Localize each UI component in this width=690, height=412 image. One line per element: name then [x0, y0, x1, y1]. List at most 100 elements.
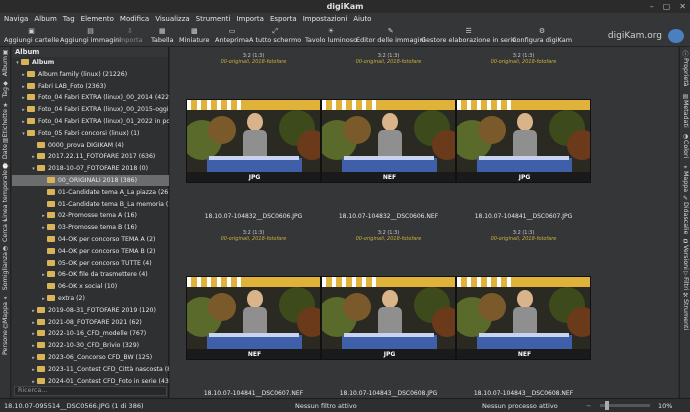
menu-album[interactable]: Album — [34, 13, 56, 25]
thumbnail-item[interactable]: 3:2 (1:3) 00-originali, 2018-fotofare NEF 1… — [186, 230, 321, 397]
right-tab-colors[interactable]: ◑ Colori — [680, 133, 690, 158]
image-editor-button[interactable]: ✎ Editor delle immagini — [356, 27, 425, 45]
menu-modifica[interactable]: Modifica — [120, 13, 149, 25]
left-tab-similarity[interactable]: ◐ Somiglianza — [0, 245, 11, 290]
album-tree-item[interactable]: ▾ 2018-10-07_FOTOFARE 2018 (0) — [12, 163, 169, 174]
thumbnail-frame[interactable]: NEF — [186, 276, 321, 360]
menu-importa[interactable]: Importa — [236, 13, 264, 25]
zoom-out-icon[interactable]: − — [586, 401, 591, 411]
chevron-right-icon[interactable]: ▸ — [30, 329, 37, 340]
chevron-right-icon[interactable]: ▸ — [30, 152, 37, 163]
album-tree-item[interactable]: ▸ Foto_04 Fabri EXTRA (linux)_00_2015-ogg… — [12, 104, 169, 115]
album-tree-item[interactable]: 04-OK per concorso TEMA A (2) — [12, 234, 169, 245]
menu-impostazioni[interactable]: Impostazioni — [303, 13, 348, 25]
right-tab-map[interactable]: ⌖ Mappa — [680, 164, 690, 192]
zoom-slider[interactable] — [600, 401, 650, 410]
album-tree-item[interactable]: ▾ Album — [12, 57, 169, 68]
chevron-right-icon[interactable]: ▸ — [40, 294, 47, 305]
chevron-right-icon[interactable]: ▸ — [30, 365, 37, 376]
left-tab-date[interactable]: ▤ Date — [0, 137, 11, 159]
thumbnail-frame[interactable]: NEF — [321, 99, 456, 183]
chevron-right-icon[interactable]: ▸ — [20, 105, 27, 116]
left-tab-timeline[interactable]: ⌚ Linea temporale — [0, 163, 11, 221]
thumbnail-frame[interactable]: JPG — [456, 99, 591, 183]
album-tree-item[interactable]: ▾ Foto_05 Fabri concorsi (linux) (1) — [12, 128, 169, 139]
thumbnail-item[interactable]: 3:2 (1:3) 00-originali, 2018-fotofare JPG 1… — [186, 53, 321, 220]
chevron-right-icon[interactable]: ▸ — [30, 306, 37, 317]
thumbnails-view-button[interactable]: ▩ Miniature — [179, 27, 210, 45]
album-tree-item[interactable]: 05-OK per concorso TUTTE (4) — [12, 258, 169, 269]
menu-visualizza[interactable]: Visualizza — [155, 13, 189, 25]
album-tree-item[interactable]: ▸ 2021-08_FOTOFARE 2021 (62) — [12, 317, 169, 328]
chevron-down-icon[interactable]: ▾ — [20, 129, 27, 140]
album-tree-item[interactable]: 01-Candidate tema B_La memoria (24) — [12, 199, 169, 210]
chevron-right-icon[interactable]: ▸ — [30, 318, 37, 329]
album-tree-item[interactable]: ▸ 2017.22.11_FOTOFARE 2017 (636) — [12, 151, 169, 162]
album-tree-item[interactable]: 01-Candidate tema A_La piazza (26) — [12, 187, 169, 198]
thumbnail-item[interactable]: 3:2 (1:3) 00-originali, 2018-fotofare JPG 1… — [321, 230, 456, 397]
album-tree-item[interactable]: ▸ 2019-08-31_FOTOFARE 2019 (120) — [12, 305, 169, 316]
album-tree-item[interactable]: ▸ Fabri LAB_Foto (2363) — [12, 81, 169, 92]
batch-manager-button[interactable]: ☰ Gestore elaborazione in serie — [421, 27, 516, 45]
album-tree-item[interactable]: ▸ 02-Promosse tema A (16) — [12, 210, 169, 221]
fullscreen-button[interactable]: ⤢ A tutto schermo — [249, 27, 301, 45]
album-search-input[interactable]: Ricerca... — [14, 386, 167, 396]
thumbnail-item[interactable]: 3:2 (1:3) 00-originali, 2018-fotofare JPG 1… — [456, 53, 591, 220]
thumbnail-item[interactable]: 3:2 (1:3) 00-originali, 2018-fotofare NEF 1… — [456, 230, 591, 397]
add-images-button[interactable]: ▤ Aggiungi immagini — [60, 27, 121, 45]
chevron-right-icon[interactable]: ▸ — [40, 223, 47, 234]
menu-tag[interactable]: Tag — [63, 13, 75, 25]
left-tab-mappa[interactable]: ⌖ Mappa — [0, 295, 11, 323]
status-filter[interactable]: Nessun filtro attivo — [295, 401, 357, 411]
album-tree-item[interactable]: ▸ Album family (linux) (21226) — [12, 69, 169, 80]
chevron-right-icon[interactable]: ▸ — [30, 377, 37, 385]
right-tab-properties[interactable]: ⓘ Proprietà — [680, 51, 690, 87]
left-tab-persone[interactable]: ☺ Persone — [0, 323, 11, 355]
chevron-right-icon[interactable]: ▸ — [20, 70, 27, 81]
import-button[interactable]: ⇩ Importa — [117, 27, 143, 45]
thumbnail-frame[interactable]: JPG — [186, 99, 321, 183]
close-icon[interactable]: ✕ — [679, 1, 686, 12]
left-tab-etichette[interactable]: ★ Etichette — [0, 102, 11, 137]
menu-elemento[interactable]: Elemento — [81, 13, 114, 25]
album-tree-item[interactable]: 06-OK x social (10) — [12, 281, 169, 292]
preview-button[interactable]: ▭ Anteprima — [215, 27, 249, 45]
thumbnail-frame[interactable]: NEF — [456, 276, 591, 360]
right-tab-captions[interactable]: ✎ Didascalie — [680, 195, 690, 234]
album-tree-item[interactable]: 04-OK per concorso TEMA B (2) — [12, 246, 169, 257]
thumbnail-item[interactable]: 3:2 (1:3) 00-originali, 2018-fotofare NEF 1… — [321, 53, 456, 220]
album-tree-item[interactable]: ▸ extra (2) — [12, 293, 169, 304]
configure-button[interactable]: ⚙ Configura digiKam — [512, 27, 572, 45]
chevron-down-icon[interactable]: ▾ — [30, 164, 37, 175]
chevron-right-icon[interactable]: ▸ — [30, 341, 37, 352]
right-tab-metadata[interactable]: ▤ Metadati — [680, 93, 690, 128]
left-tab-album[interactable]: ▣ Album — [0, 49, 11, 76]
menu-naviga[interactable]: Naviga — [4, 13, 28, 25]
zoom-slider-handle[interactable] — [604, 401, 609, 410]
menu-aiuto[interactable]: Aiuto — [353, 13, 371, 25]
album-tree-item[interactable]: ▸ 2023-11_Contest CFD_Città nascosta (86) — [12, 364, 169, 375]
thumbnail-frame[interactable]: JPG — [321, 276, 456, 360]
chevron-right-icon[interactable]: ▸ — [20, 93, 27, 104]
chevron-right-icon[interactable]: ▸ — [30, 353, 37, 364]
brand-link[interactable]: digiKam.org — [608, 31, 662, 41]
album-tree-item[interactable]: ▸ 2022-10-16_CFD_modelle (767) — [12, 328, 169, 339]
album-tree-item[interactable]: 00_ORIGINALI 2018 (386) — [12, 175, 169, 186]
chevron-right-icon[interactable]: ▸ — [40, 211, 47, 222]
light-table-button[interactable]: ☀ Tavolo luminoso — [305, 27, 357, 45]
add-folders-button[interactable]: ▣ Aggiungi cartelle — [4, 27, 59, 45]
minimize-icon[interactable]: – — [650, 1, 654, 12]
album-tree-item[interactable]: ▸ 03-Promosse tema B (16) — [12, 222, 169, 233]
chevron-down-icon[interactable]: ▾ — [14, 58, 21, 69]
album-tree-item[interactable]: ▸ 06-OK file da trasmettere (4) — [12, 269, 169, 280]
album-tree-item[interactable]: ▸ 2024-01_Contest CFD_Foto in serie (439) — [12, 376, 169, 385]
album-tree-item[interactable]: ▸ 2023-06_Concorso CFD_BW (125) — [12, 352, 169, 363]
menu-strumenti[interactable]: Strumenti — [196, 13, 231, 25]
album-tree-item[interactable]: ▸ Foto_04 Fabri EXTRA (linux)_01_2022 in … — [12, 116, 169, 127]
chevron-right-icon[interactable]: ▸ — [40, 270, 47, 281]
right-tab-tools[interactable]: ⚒ Strumenti — [680, 292, 690, 330]
left-tab-cerca[interactable]: ⌕ Cerca — [0, 217, 11, 242]
right-tab-filters[interactable]: ▽ Filtri — [680, 270, 690, 290]
chevron-right-icon[interactable]: ▸ — [20, 117, 27, 128]
chevron-right-icon[interactable]: ▸ — [20, 82, 27, 93]
